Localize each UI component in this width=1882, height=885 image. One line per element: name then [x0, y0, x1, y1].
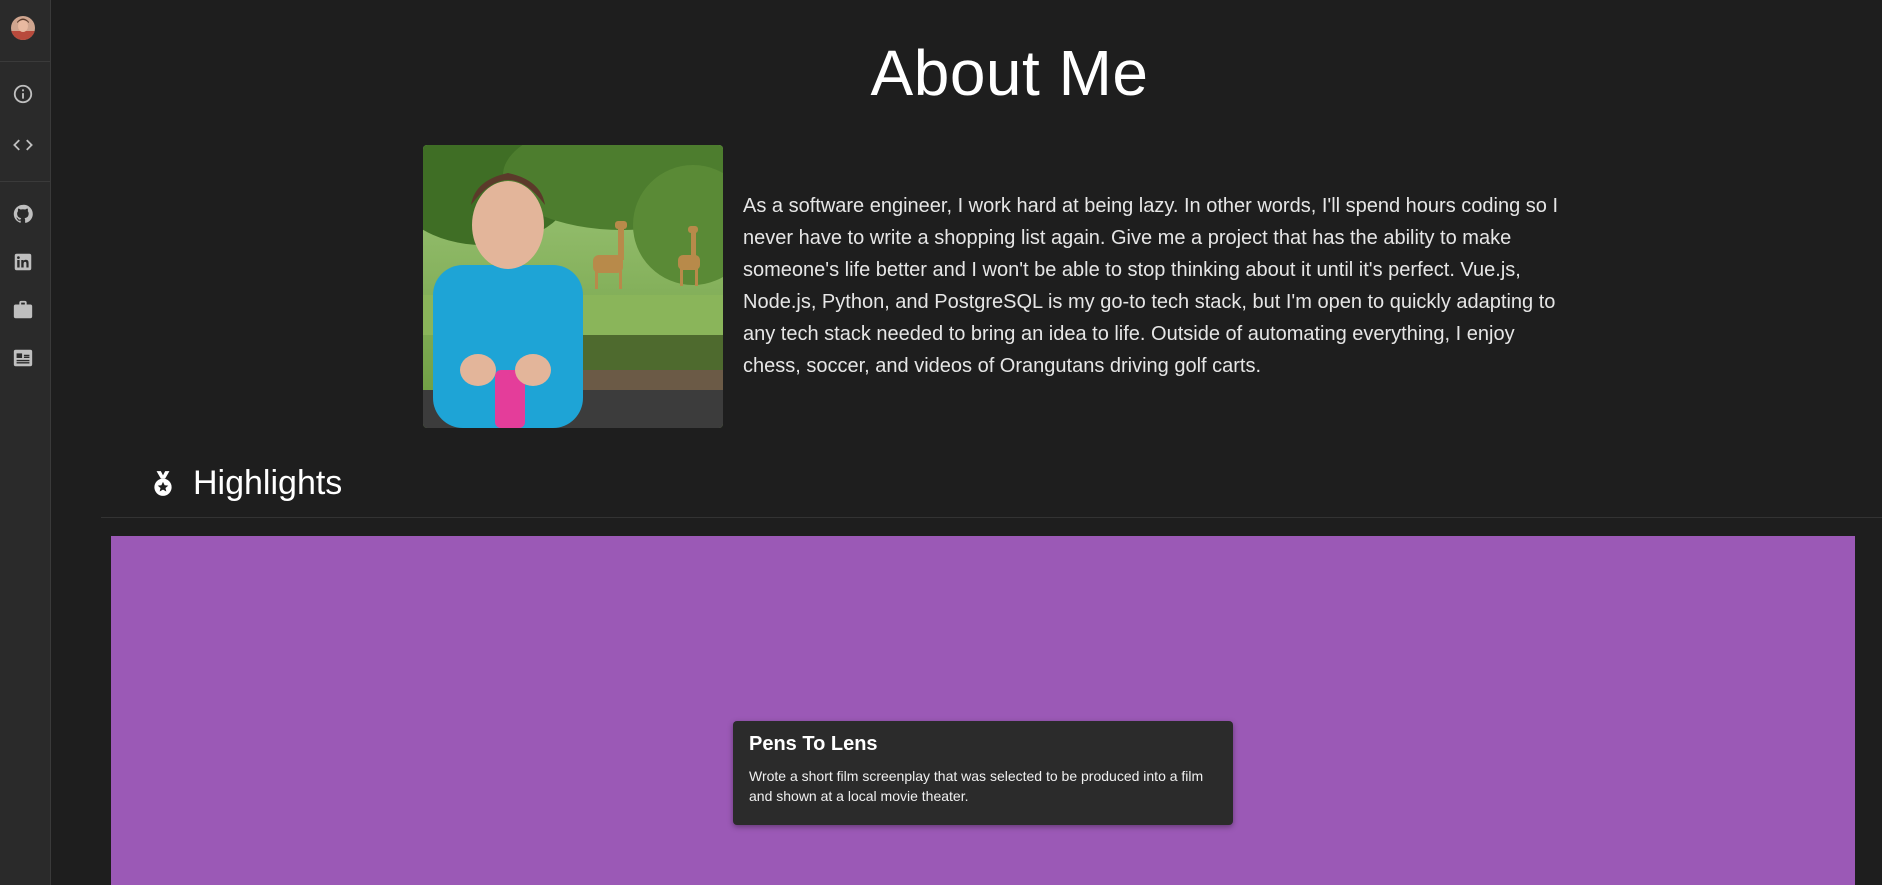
github-icon [13, 204, 33, 223]
sidebar-divider [0, 61, 50, 62]
highlight-card-title: Pens To Lens [749, 733, 878, 755]
newspaper-icon [13, 349, 33, 367]
page-title: About Me [870, 37, 1149, 109]
code-icon [13, 139, 33, 151]
sidebar [0, 0, 51, 885]
profile-photo [423, 145, 723, 428]
sidebar-item-projects[interactable] [10, 132, 36, 158]
sidebar-item-linkedin[interactable] [10, 249, 36, 275]
sidebar-item-experience[interactable] [10, 297, 36, 323]
sidebar-item-blog[interactable] [10, 345, 36, 371]
avatar[interactable] [11, 16, 35, 40]
avatar-image [11, 16, 35, 40]
highlight-card[interactable]: Pens To Lens Wrote a short film screenpl… [733, 721, 1233, 825]
section-title: Highlights [193, 464, 343, 502]
bio-text: As a software engineer, I work hard at b… [743, 195, 1558, 377]
info-icon [13, 84, 33, 104]
highlight-carousel: Pens To Lens Wrote a short film screenpl… [111, 536, 1855, 885]
medal-icon [154, 471, 172, 496]
linkedin-icon [14, 253, 32, 271]
highlights-header: Highlights [101, 462, 1882, 518]
sidebar-item-github[interactable] [10, 201, 36, 227]
briefcase-icon [13, 300, 33, 319]
highlight-card-description: Wrote a short film screenplay that was s… [749, 768, 1204, 804]
sidebar-divider [0, 181, 50, 182]
profile-photo-image [423, 145, 723, 428]
main-content: About Me As a software engineer, I work … [51, 0, 1882, 885]
sidebar-item-about[interactable] [10, 81, 36, 107]
